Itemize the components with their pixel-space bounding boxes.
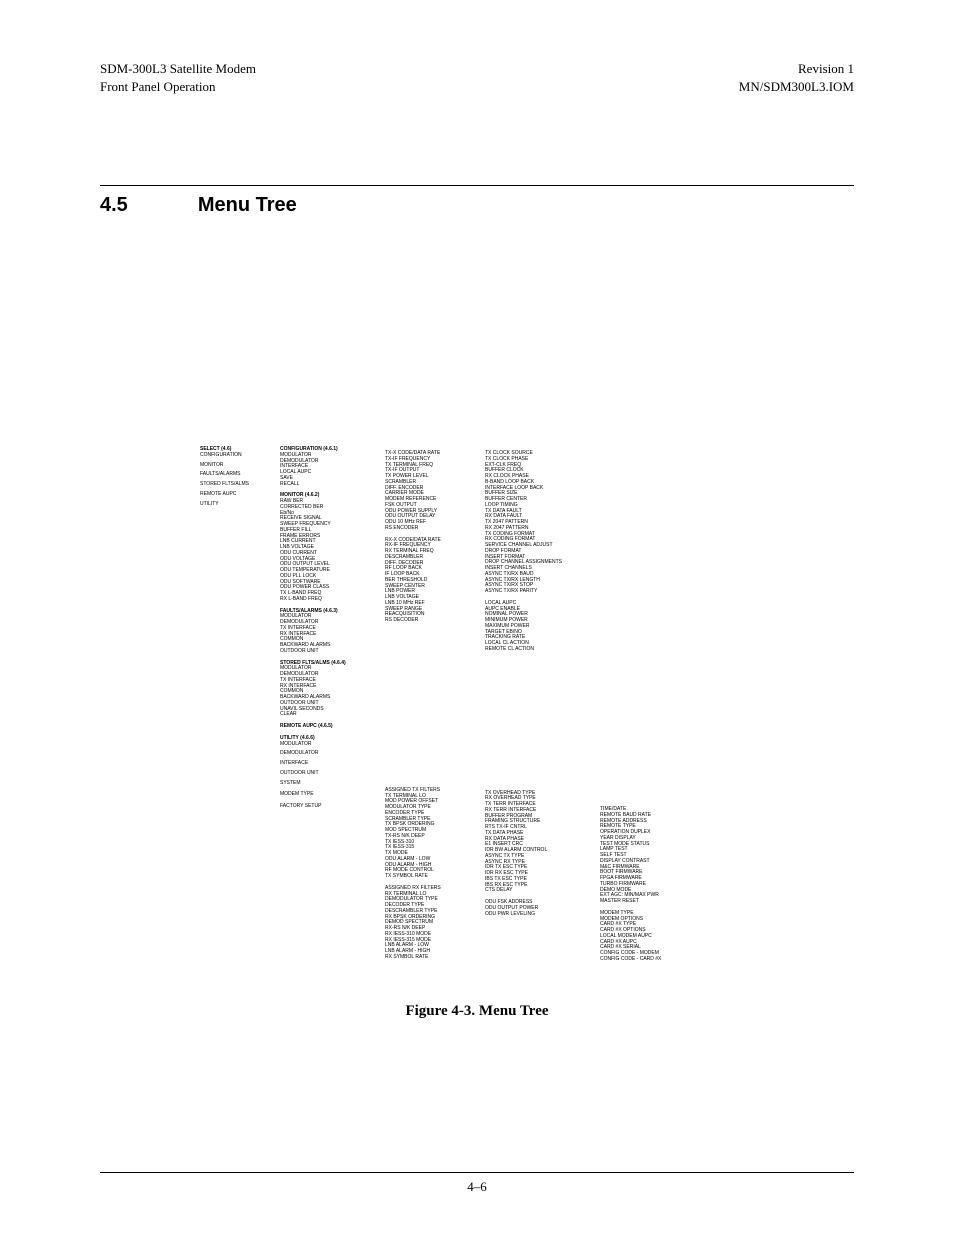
tree-item: MASTER RESET <box>600 899 690 905</box>
header-right: Revision 1 MN/SDM300L3.IOM <box>739 60 854 95</box>
tree-item: CONFIG CODE - CARD #X <box>600 957 690 963</box>
tree-item: OUTDOOR UNIT <box>280 649 375 655</box>
tree-item: MODULATOR <box>280 742 375 748</box>
tree-sublist: RX-X CODE/DATA RATE RX-IF FREQUENCY RX T… <box>385 538 475 624</box>
header-line: MN/SDM300L3.IOM <box>739 78 854 96</box>
tree-item: MONITOR <box>200 463 270 469</box>
tree-item: RX SYMBOL RATE <box>385 955 475 961</box>
tree-item: RX L-BAND FREQ <box>280 597 375 603</box>
tree-col-level5: TIME/DATE REMOTE BAUD RATE REMOTE ADDRES… <box>600 447 690 963</box>
page-header: SDM-300L3 Satellite Modem Front Panel Op… <box>100 60 854 95</box>
tree-item: ASYNC TX/RX PARITY <box>485 589 590 595</box>
tree-item: INTERFACE <box>280 761 375 767</box>
header-line: Revision 1 <box>739 60 854 78</box>
tree-item: FAULTS/ALARMS <box>200 472 270 478</box>
header-line: SDM-300L3 Satellite Modem <box>100 60 256 78</box>
tree-item: RS ENCODER <box>385 526 475 532</box>
tree-item: DEMODULATOR <box>280 751 375 757</box>
tree-item: TX SYMBOL RATE <box>385 874 475 880</box>
menu-tree-diagram: SELECT (4.6) CONFIGURATION MONITOR FAULT… <box>200 447 780 963</box>
tree-col-level4: TX CLOCK SOURCE TX CLOCK PHASE EXT-CLK F… <box>485 447 590 963</box>
tree-item: STORED FLTS/ALMS <box>200 482 270 488</box>
tree-col-select: SELECT (4.6) CONFIGURATION MONITOR FAULT… <box>200 447 270 963</box>
section-rule <box>100 185 854 186</box>
page-number: 4–6 <box>467 1179 487 1194</box>
tree-sublist: ODU FSK ADDRESS ODU OUTPUT POWER ODU PWR… <box>485 900 590 917</box>
tree-item: MODEM TYPE <box>280 792 375 798</box>
tree-col-level3: TX-X CODE/DATA RATE TX-IF FREQUENCY TX T… <box>385 447 475 963</box>
tree-item: CTS DELAY <box>485 888 590 894</box>
section-title: Menu Tree <box>198 194 297 217</box>
tree-item: RECALL <box>280 482 375 488</box>
tree-item: FACTORY SETUP <box>280 804 375 810</box>
tree-item: UTILITY <box>200 502 270 508</box>
tree-sublist: TIME/DATE REMOTE BAUD RATE REMOTE ADDRES… <box>600 807 690 905</box>
tree-sublist: TX-X CODE/DATA RATE TX-IF FREQUENCY TX T… <box>385 451 475 532</box>
tree-item: CLEAR <box>280 712 375 718</box>
tree-col-level2: CONFIGURATION (4.6.1) MODULATOR DEMODULA… <box>280 447 375 963</box>
header-line: Front Panel Operation <box>100 78 256 96</box>
page: SDM-300L3 Satellite Modem Front Panel Op… <box>0 0 954 1235</box>
tree-sublist: TX OVERHEAD TYPE RX OVERHEAD TYPE TX TER… <box>485 791 590 895</box>
figure-caption: Figure 4-3. Menu Tree <box>100 1003 854 1020</box>
tree-item: ODU PWR LEVELING <box>485 912 590 918</box>
group-title: REMOTE AUPC (4.6.5) <box>280 724 375 730</box>
section-number: 4.5 <box>100 194 128 217</box>
section-heading: 4.5 Menu Tree <box>100 194 854 217</box>
tree-item: REMOTE CL ACTION <box>485 647 590 653</box>
figure: SELECT (4.6) CONFIGURATION MONITOR FAULT… <box>100 447 854 1020</box>
tree-sublist: LOCAL AUPC AUPC ENABLE NOMINAL POWER MIN… <box>485 601 590 653</box>
tree-item: SYSTEM <box>280 781 375 787</box>
tree-item: RS DECODER <box>385 618 475 624</box>
tree-item: REMOTE AUPC <box>200 492 270 498</box>
tree-item: CONFIGURATION <box>200 453 270 459</box>
tree-item: OUTDOOR UNIT <box>280 771 375 777</box>
tree-sublist: MODEM TYPE MODEM OPTIONS CARD #X TYPE CA… <box>600 911 690 963</box>
tree-sublist: ASSIGNED TX FILTERS TX TERMINAL LO MOD P… <box>385 788 475 880</box>
header-left: SDM-300L3 Satellite Modem Front Panel Op… <box>100 60 256 95</box>
page-footer: 4–6 <box>100 1172 854 1195</box>
tree-sublist: ASSIGNED RX FILTERS RX TERMINAL LO DEMOD… <box>385 886 475 961</box>
tree-sublist: TX CLOCK SOURCE TX CLOCK PHASE EXT-CLK F… <box>485 451 590 595</box>
